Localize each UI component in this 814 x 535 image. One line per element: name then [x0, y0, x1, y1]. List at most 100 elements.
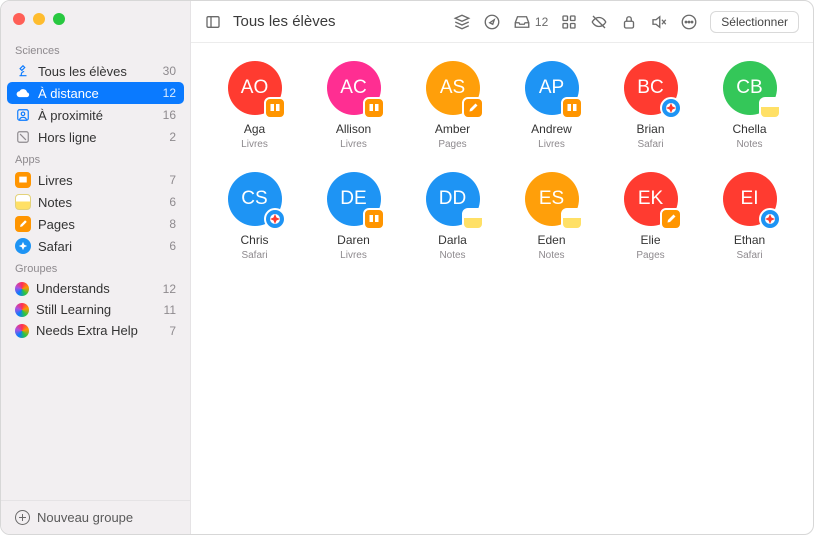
students-grid-area: AOAgaLivresACAllisonLivresASAmberPagesAP… — [191, 43, 813, 534]
app-badge-safari-icon — [264, 208, 286, 230]
sidebar-item-pages[interactable]: Pages 8 — [1, 213, 190, 235]
app-window: Sciences Tous les élèves 30 À distance 1… — [0, 0, 814, 535]
avatar-wrap: DE — [327, 172, 381, 226]
app-badge-safari-icon — [759, 208, 781, 230]
avatar-wrap: ES — [525, 172, 579, 226]
minimize-window-button[interactable] — [33, 13, 45, 25]
mute-icon[interactable] — [650, 13, 668, 31]
student-tile[interactable]: DEDarenLivres — [304, 172, 403, 261]
student-app: Livres — [340, 139, 367, 150]
student-tile[interactable]: EIEthanSafari — [700, 172, 799, 261]
app-badge-pages-icon — [660, 208, 682, 230]
notes-app-icon — [15, 194, 31, 210]
student-initials: DE — [340, 188, 366, 210]
student-tile[interactable]: DDDarlaNotes — [403, 172, 502, 261]
student-tile[interactable]: CSChrisSafari — [205, 172, 304, 261]
page-title: Tous les élèves — [233, 13, 336, 30]
sidebar-item-count: 7 — [169, 173, 176, 187]
traffic-lights — [13, 13, 65, 25]
close-window-button[interactable] — [13, 13, 25, 25]
student-tile[interactable]: BCBrianSafari — [601, 61, 700, 150]
toolbar: Tous les élèves 12 Sélectionner — [191, 1, 813, 43]
avatar-wrap: CB — [723, 61, 777, 115]
avatar-wrap: DD — [426, 172, 480, 226]
student-app: Livres — [241, 139, 268, 150]
app-badge-livres-icon — [264, 97, 286, 119]
student-tile[interactable]: AC Allison Livres — [304, 61, 403, 150]
avatar-wrap: AO — [228, 61, 282, 115]
student-initials: AP — [539, 77, 564, 99]
student-name: Eden — [537, 233, 565, 247]
student-initials: CB — [736, 77, 762, 99]
sidebar-item-label: Needs Extra Help — [36, 323, 138, 338]
student-initials: AC — [340, 77, 366, 99]
sidebar-item-all-students[interactable]: Tous les élèves 30 — [1, 60, 190, 82]
sidebar-item-notes[interactable]: Notes 6 — [1, 191, 190, 213]
students-grid: AOAgaLivresACAllisonLivresASAmberPagesAP… — [205, 61, 799, 261]
student-name: Darla — [438, 233, 467, 247]
sidebar-item-group-still-learning[interactable]: Still Learning 11 — [1, 299, 190, 320]
sidebar-item-label: Tous les élèves — [38, 64, 127, 79]
app-badge-notes-icon — [759, 97, 781, 119]
sidebar-item-remote[interactable]: À distance 12 — [7, 82, 184, 104]
sidebar-item-offline[interactable]: Hors ligne 2 — [1, 126, 190, 148]
person-square-icon — [15, 107, 31, 123]
plus-circle-icon — [15, 510, 30, 525]
student-app: Notes — [538, 250, 564, 261]
student-tile[interactable]: ES Eden Notes — [502, 172, 601, 261]
student-name: Allison — [336, 122, 371, 136]
more-icon[interactable] — [680, 13, 698, 31]
sidebar-item-label: À proximité — [38, 108, 103, 123]
select-button[interactable]: Sélectionner — [710, 11, 799, 33]
student-app: Pages — [636, 250, 664, 261]
student-tile[interactable]: EK Elie Pages — [601, 172, 700, 261]
sidebar-section-title: Groupes — [1, 257, 190, 278]
avatar-wrap: AP — [525, 61, 579, 115]
group-color-icon — [15, 282, 29, 296]
cloud-icon — [15, 85, 31, 101]
student-name: Ethan — [734, 233, 765, 247]
pages-app-icon — [15, 216, 31, 232]
stack-icon[interactable] — [453, 13, 471, 31]
sidebar-item-group-needs-help[interactable]: Needs Extra Help 7 — [1, 320, 190, 341]
sidebar-item-safari[interactable]: Safari 6 — [1, 235, 190, 257]
sidebar-item-count: 12 — [163, 282, 176, 296]
sidebar-item-group-understands[interactable]: Understands 12 — [1, 278, 190, 299]
student-name: Elie — [640, 233, 660, 247]
student-tile[interactable]: CBChellaNotes — [700, 61, 799, 150]
zoom-window-button[interactable] — [53, 13, 65, 25]
offline-icon — [15, 129, 31, 145]
student-app: Notes — [736, 139, 762, 150]
student-tile[interactable]: ASAmberPages — [403, 61, 502, 150]
avatar-wrap: AS — [426, 61, 480, 115]
avatar-wrap: BC — [624, 61, 678, 115]
grid-view-icon[interactable] — [560, 13, 578, 31]
new-group-button[interactable]: Nouveau groupe — [1, 500, 190, 534]
student-initials: EK — [638, 188, 663, 210]
sidebar-item-count: 12 — [163, 86, 176, 100]
app-badge-notes-icon — [462, 208, 484, 230]
sidebar-item-count: 16 — [163, 108, 176, 122]
sidebar-section-sciences: Sciences Tous les élèves 30 À distance 1… — [1, 39, 190, 148]
app-badge-livres-icon — [561, 97, 583, 119]
sidebar-item-livres[interactable]: Livres 7 — [1, 169, 190, 191]
sidebar-item-label: Notes — [38, 195, 72, 210]
sidebar-item-count: 7 — [169, 324, 176, 338]
compass-icon[interactable] — [483, 13, 501, 31]
student-initials: AO — [241, 77, 268, 99]
avatar-wrap: AC — [327, 61, 381, 115]
sidebar-item-label: Hors ligne — [38, 130, 97, 145]
student-tile[interactable]: AOAgaLivres — [205, 61, 304, 150]
student-app: Livres — [538, 139, 565, 150]
student-tile[interactable]: APAndrewLivres — [502, 61, 601, 150]
sidebar-toggle-button[interactable] — [205, 14, 221, 30]
group-color-icon — [15, 324, 29, 338]
hide-icon[interactable] — [590, 13, 608, 31]
avatar-wrap: EK — [624, 172, 678, 226]
sidebar-item-nearby[interactable]: À proximité 16 — [1, 104, 190, 126]
sidebar-item-label: À distance — [38, 86, 99, 101]
inbox-button[interactable]: 12 — [513, 13, 548, 31]
lock-icon[interactable] — [620, 13, 638, 31]
avatar-wrap: EI — [723, 172, 777, 226]
sidebar-section-title: Apps — [1, 148, 190, 169]
